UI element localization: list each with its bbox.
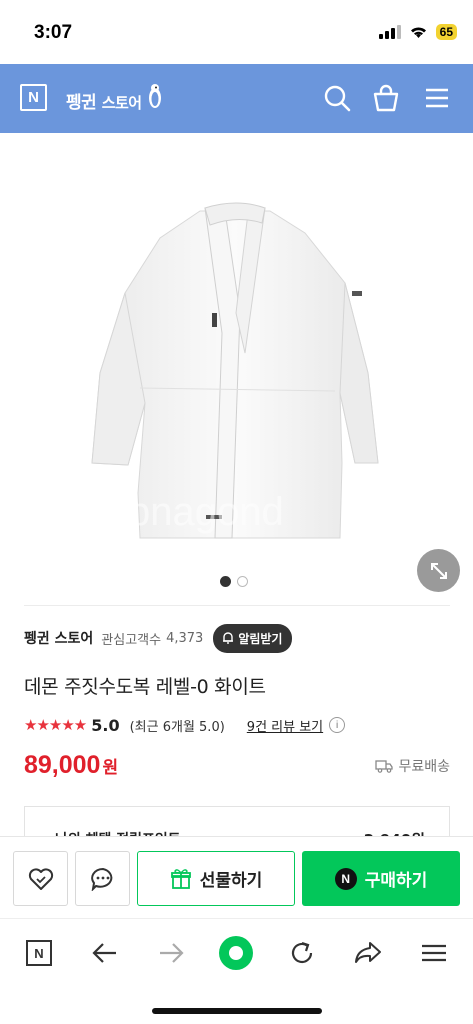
- shipping-info: 무료배송: [375, 756, 450, 776]
- naver-home-icon[interactable]: N: [21, 935, 57, 971]
- menu-icon[interactable]: [422, 83, 452, 113]
- purchase-bar: 선물하기 N 구매하기: [0, 836, 473, 918]
- gift-button[interactable]: 선물하기: [137, 851, 295, 906]
- product-title: 데몬 주짓수도복 레벨-0 화이트: [24, 676, 266, 698]
- seller-name[interactable]: 펭귄 스토어: [24, 628, 93, 648]
- price-value: 89,000: [24, 751, 101, 779]
- store-name[interactable]: 펭귄 스토어: [66, 88, 142, 113]
- rating-score: 5.0: [91, 715, 120, 735]
- alarm-subscribe-button[interactable]: 알림받기: [213, 623, 293, 653]
- interest-count: 4,373: [166, 630, 204, 646]
- rating-stars: ★★★★★: [24, 716, 87, 734]
- jiu-jitsu-gi-image: bnagond: [91, 202, 379, 539]
- truck-icon: [375, 760, 394, 773]
- price-row: 89,000 원: [24, 751, 118, 780]
- buy-button[interactable]: N 구매하기: [302, 851, 460, 906]
- gift-icon: [170, 868, 191, 889]
- expand-icon: [430, 562, 447, 579]
- watermark-text: bnagond: [128, 490, 284, 534]
- store-name-main: 펭귄: [66, 93, 97, 113]
- naver-home-badge: N: [26, 940, 52, 966]
- product-image[interactable]: bnagond: [0, 133, 473, 603]
- zoom-button[interactable]: [417, 549, 460, 592]
- bell-plus-icon: [223, 632, 234, 644]
- seller-row: 펭귄 스토어 관심고객수 4,373 알림받기: [24, 623, 293, 653]
- share-icon[interactable]: [350, 935, 386, 971]
- status-bar: 3:07 65: [0, 0, 473, 64]
- heart-icon: [28, 867, 53, 890]
- info-icon[interactable]: i: [329, 717, 346, 733]
- naver-logo-button[interactable]: N: [20, 84, 47, 111]
- pagination-dot-2[interactable]: [237, 576, 248, 587]
- store-header: N 펭귄 스토어: [0, 64, 473, 133]
- divider: [24, 605, 450, 606]
- penguin-logo-icon: [149, 84, 161, 108]
- chat-bubble-icon: [90, 867, 112, 891]
- status-icons: 65: [378, 24, 457, 40]
- talk-button[interactable]: [75, 851, 130, 906]
- search-icon[interactable]: [322, 83, 352, 113]
- naver-pay-icon: N: [334, 867, 357, 890]
- home-indicator: [152, 1008, 322, 1014]
- alarm-label: 알림받기: [238, 631, 283, 646]
- gift-label: 선물하기: [199, 871, 263, 891]
- battery-indicator: 65: [435, 24, 457, 40]
- back-arrow-icon[interactable]: [87, 935, 123, 971]
- shopping-bag-icon[interactable]: [371, 83, 401, 113]
- buy-label: 구매하기: [364, 871, 428, 891]
- forward-arrow-icon[interactable]: [153, 935, 189, 971]
- reload-icon[interactable]: [284, 935, 320, 971]
- image-pagination: [220, 576, 248, 587]
- rating-row: ★★★★★ 5.0 (최근 6개월 5.0) 9건 리뷰 보기 i: [24, 713, 346, 737]
- wishlist-button[interactable]: [13, 851, 68, 906]
- browser-menu-icon[interactable]: [416, 935, 452, 971]
- pagination-dot-1[interactable]: [220, 576, 231, 587]
- green-dot-icon[interactable]: [218, 935, 254, 971]
- review-link[interactable]: 9건 리뷰 보기: [247, 716, 323, 735]
- wifi-icon: [410, 27, 426, 38]
- status-time: 3:07: [34, 22, 73, 43]
- signal-icon: [378, 25, 401, 39]
- shipping-label: 무료배송: [398, 759, 450, 775]
- price-currency: 원: [102, 758, 119, 778]
- interest-label: 관심고객수: [101, 632, 162, 648]
- rating-recent: (최근 6개월 5.0): [129, 719, 225, 735]
- store-name-suffix: 스토어: [101, 94, 142, 112]
